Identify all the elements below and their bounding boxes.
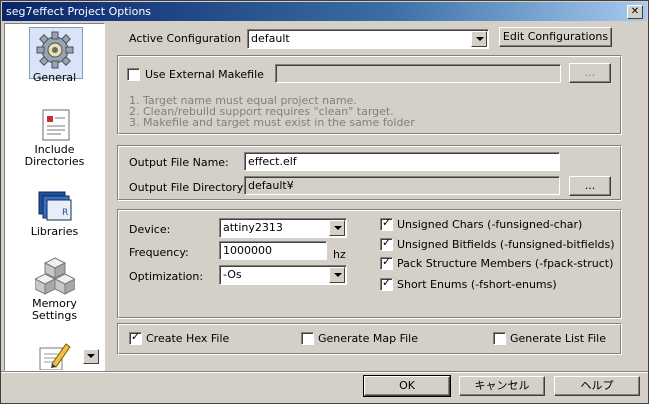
create-hex-file-label: Create Hex File xyxy=(146,332,230,345)
device-value: attiny2313 xyxy=(223,221,283,234)
dropdown-arrow[interactable] xyxy=(471,31,487,47)
sidebar-item-label: General xyxy=(32,71,77,84)
chevron-down-icon xyxy=(334,273,342,277)
chevron-down-icon xyxy=(87,354,95,358)
window-title: seg7effect Project Options xyxy=(6,5,152,18)
sidebar-item-memory-settings[interactable]: Memory Settings xyxy=(5,256,104,322)
output-file-name-field[interactable]: effect.elf xyxy=(244,152,560,171)
makefile-note-3: 3. Makefile and target must exist in the… xyxy=(129,116,415,129)
chevron-down-icon xyxy=(334,226,342,230)
optimization-select[interactable]: -Os xyxy=(219,265,347,285)
title-bar: seg7effect Project Options ✕ xyxy=(2,2,647,21)
active-configuration-label: Active Configuration xyxy=(129,32,242,45)
sidebar-item-libraries[interactable]: R Libraries xyxy=(5,188,104,238)
close-button[interactable]: ✕ xyxy=(627,5,643,19)
device-select[interactable]: attiny2313 xyxy=(219,218,347,238)
short-enums-checkbox[interactable]: ✓ xyxy=(380,276,393,291)
footer-divider xyxy=(1,371,648,373)
memory-settings-icon xyxy=(34,257,75,295)
sidebar-item-label-line2: Settings xyxy=(31,309,78,322)
chevron-down-icon xyxy=(476,37,484,41)
check-mark-icon: ✓ xyxy=(131,330,141,343)
use-external-makefile-checkbox[interactable] xyxy=(127,68,140,81)
sidebar-item-label: Libraries xyxy=(30,225,79,238)
check-mark-icon: ✓ xyxy=(382,236,392,249)
generate-list-file-label: Generate List File xyxy=(510,332,607,345)
help-button[interactable]: ヘルプ xyxy=(554,376,640,396)
dropdown-arrow[interactable] xyxy=(329,267,345,283)
sidebar: General Include Directories R Libraries xyxy=(4,23,105,371)
optimization-value: -Os xyxy=(223,268,242,281)
sidebar-item-general[interactable]: General xyxy=(5,30,104,84)
generate-map-file-label: Generate Map File xyxy=(318,332,418,345)
close-icon: ✕ xyxy=(630,6,640,17)
makefile-path-field[interactable] xyxy=(275,64,561,83)
makefile-browse-button[interactable]: ... xyxy=(569,63,611,83)
gear-icon xyxy=(36,31,73,69)
cancel-button[interactable]: キャンセル xyxy=(459,376,545,396)
output-file-directory-label: Output File Directory: xyxy=(129,181,247,194)
short-enums-label: Short Enums (-fshort-enums) xyxy=(397,278,557,291)
edit-configurations-button[interactable]: Edit Configurations xyxy=(499,27,612,47)
frequency-unit: hz xyxy=(333,248,346,261)
general-settings-panel: Active Configuration default Edit Config… xyxy=(105,23,630,369)
frequency-field[interactable]: 1000000 xyxy=(219,241,327,260)
check-mark-icon: ✓ xyxy=(382,255,392,268)
output-file-directory-field[interactable]: default¥ xyxy=(244,176,560,195)
active-configuration-value: default xyxy=(251,32,290,45)
output-file-name-label: Output File Name: xyxy=(129,156,229,169)
pencil-icon xyxy=(39,343,71,370)
include-directories-icon xyxy=(42,109,69,141)
svg-text:R: R xyxy=(62,208,68,218)
output-file-directory-value: default¥ xyxy=(248,179,294,192)
sidebar-item-label-line2: Directories xyxy=(24,155,85,168)
unsigned-chars-label: Unsigned Chars (-funsigned-char) xyxy=(397,218,583,231)
use-external-makefile-label: Use External Makefile xyxy=(145,68,264,81)
unsigned-bitfields-label: Unsigned Bitfields (-funsigned-bitfields… xyxy=(397,238,615,251)
pack-structure-members-checkbox[interactable]: ✓ xyxy=(380,255,393,270)
unsigned-bitfields-checkbox[interactable]: ✓ xyxy=(380,236,393,251)
generate-map-file-checkbox[interactable] xyxy=(301,332,314,345)
libraries-icon: R xyxy=(38,191,71,221)
active-configuration-select[interactable]: default xyxy=(247,29,489,49)
project-options-dialog: seg7effect Project Options ✕ General Inc… xyxy=(0,0,649,404)
optimization-label: Optimization: xyxy=(129,270,204,283)
output-file-name-value: effect.elf xyxy=(248,155,297,168)
sidebar-item-include-directories[interactable]: Include Directories xyxy=(5,108,104,168)
ok-button[interactable]: OK xyxy=(363,375,451,397)
pack-structure-members-label: Pack Structure Members (-fpack-struct) xyxy=(397,257,614,270)
check-mark-icon: ✓ xyxy=(382,216,392,229)
sidebar-scroll-down-button[interactable] xyxy=(83,349,99,364)
check-mark-icon: ✓ xyxy=(382,276,392,289)
frequency-value: 1000000 xyxy=(223,244,272,257)
frequency-label: Frequency: xyxy=(129,246,189,259)
unsigned-chars-checkbox[interactable]: ✓ xyxy=(380,216,393,231)
device-label: Device: xyxy=(129,223,171,236)
create-hex-file-checkbox[interactable]: ✓ xyxy=(129,330,142,345)
dropdown-arrow[interactable] xyxy=(329,220,345,236)
generate-list-file-checkbox[interactable] xyxy=(493,332,506,345)
output-directory-browse-button[interactable]: ... xyxy=(569,176,611,196)
